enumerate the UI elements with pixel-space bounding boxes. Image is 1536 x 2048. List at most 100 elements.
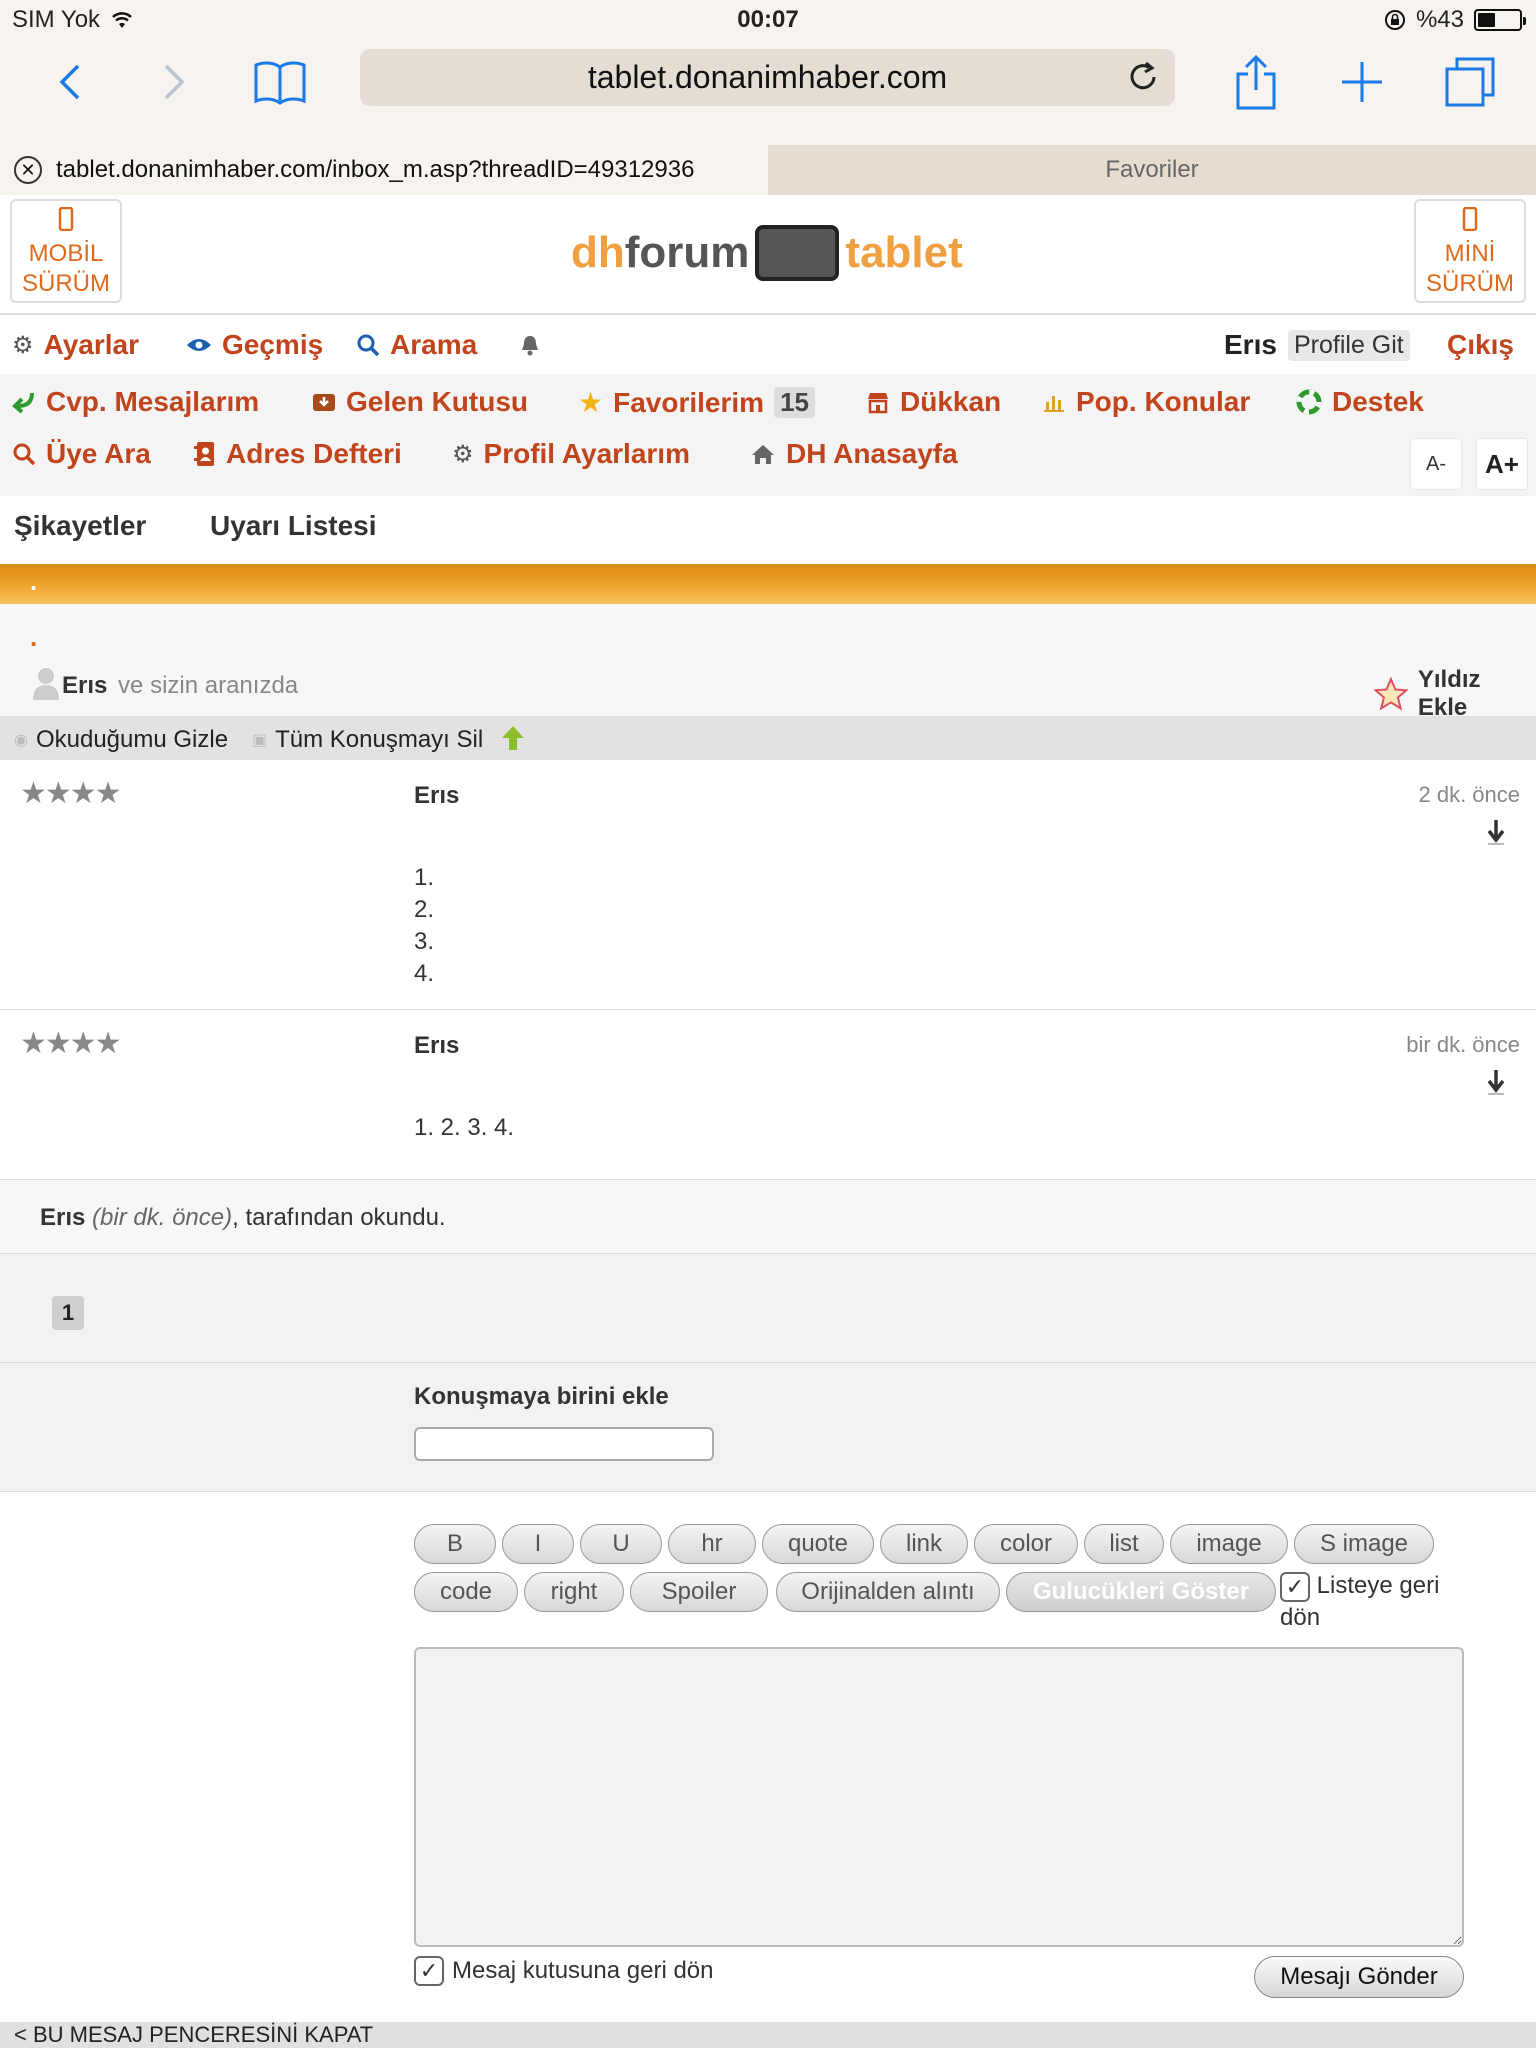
bookmarks-icon[interactable]: [250, 52, 310, 112]
favorites-link[interactable]: ★ Favorilerim 15: [578, 386, 815, 419]
member-search-link[interactable]: Üye Ara: [12, 438, 151, 470]
tab-strip: ✕ tablet.donanimhaber.com/inbox_m.asp?th…: [0, 145, 1536, 195]
back-to-list-option[interactable]: ✓ Listeye geri dön: [1280, 1570, 1470, 1634]
hr-tag-button[interactable]: hr: [668, 1524, 756, 1564]
font-decrease-button[interactable]: A-: [1410, 438, 1462, 490]
down-arrow-icon[interactable]: [1486, 818, 1506, 846]
list-tag-button[interactable]: list: [1084, 1524, 1164, 1564]
address-bar[interactable]: tablet.donanimhaber.com: [360, 49, 1175, 106]
message-line: 2.: [414, 896, 435, 923]
message-item: ★★★★ Erıs bir dk. önce 1. 2. 3. 4.: [0, 1010, 1536, 1180]
shop-link[interactable]: Dükkan: [866, 386, 1001, 418]
mini-version-line2: SÜRÜM: [1426, 270, 1514, 297]
back-to-list-checkbox[interactable]: ✓: [1280, 1571, 1310, 1602]
close-tab-icon[interactable]: ✕: [14, 156, 42, 184]
tab-favorites[interactable]: Favoriler: [768, 145, 1536, 195]
participant-name[interactable]: Erıs: [62, 672, 107, 699]
read-receipt: Erıs (bir dk. önce), tarafından okundu.: [0, 1180, 1536, 1254]
bell-icon[interactable]: [520, 334, 540, 356]
settings-link[interactable]: ⚙ Ayarlar: [12, 329, 139, 361]
profile-link[interactable]: Profile Git: [1288, 330, 1410, 361]
member-search-label: Üye Ara: [46, 438, 151, 469]
forward-icon[interactable]: [144, 52, 204, 112]
warnings-link[interactable]: Uyarı Listesi: [210, 510, 377, 542]
add-participant-input[interactable]: [414, 1427, 714, 1461]
gear-icon: ⚙: [452, 440, 474, 468]
add-participant-label: Konuşmaya birini ekle: [414, 1383, 669, 1410]
thread-header: . Erıs ve sizin aranızda Yıldız Ekle: [0, 604, 1536, 721]
reply-editor: B I U hr quote link color list image S i…: [0, 1492, 1536, 2022]
battery-icon: [1474, 9, 1526, 31]
italic-tag-button[interactable]: I: [502, 1524, 574, 1564]
close-window-link[interactable]: < BU MESAJ PENCERESİNİ KAPAT: [0, 2022, 1536, 2048]
image-tag-button[interactable]: image: [1170, 1524, 1288, 1564]
complaints-link[interactable]: Şikayetler: [14, 510, 146, 542]
message-textarea[interactable]: [414, 1647, 1464, 1947]
support-label: Destek: [1332, 386, 1424, 417]
message-time: 2 dk. önce: [1418, 782, 1520, 807]
up-arrow-icon[interactable]: [500, 724, 526, 752]
star-outline-icon: [1374, 677, 1408, 711]
add-star-button[interactable]: Yıldız Ekle: [1374, 666, 1536, 722]
favorites-label: Favorilerim: [613, 386, 765, 418]
search-link[interactable]: Arama: [356, 329, 477, 361]
font-increase-button[interactable]: A+: [1476, 438, 1528, 490]
bold-tag-button[interactable]: B: [414, 1524, 496, 1564]
tab-favorites-title: Favoriler: [1105, 156, 1199, 183]
message-author[interactable]: Erıs: [414, 1032, 459, 1060]
font-increase-label: A+: [1485, 448, 1519, 479]
back-icon[interactable]: [40, 52, 100, 112]
support-link[interactable]: Destek: [1296, 386, 1424, 418]
down-arrow-icon[interactable]: [1486, 1068, 1506, 1096]
message-body: 1. 2. 3. 4.: [414, 862, 434, 990]
inbox-link[interactable]: Gelen Kutusu: [312, 386, 528, 418]
status-bar: SIM Yok 00:07 %43: [0, 0, 1536, 40]
bar-chart-icon: [1044, 396, 1064, 412]
logout-label: Çıkış: [1447, 329, 1514, 360]
reload-icon[interactable]: [1125, 59, 1161, 95]
tab-current[interactable]: ✕ tablet.donanimhaber.com/inbox_m.asp?th…: [0, 145, 768, 195]
page-button[interactable]: 1: [52, 1296, 84, 1330]
back-to-inbox-checkbox[interactable]: ✓: [414, 1956, 444, 1986]
popular-link[interactable]: Pop. Konular: [1042, 386, 1250, 418]
site-header: MOBİL SÜRÜM dh forum tablet MİNİ SÜRÜM: [0, 195, 1536, 315]
pagination: 1: [0, 1254, 1536, 1362]
profile-settings-link[interactable]: ⚙ Profil Ayarlarım: [452, 438, 690, 470]
new-tab-icon[interactable]: [1332, 52, 1392, 112]
message-line: 4.: [414, 960, 435, 987]
spoiler-tag-button[interactable]: Spoiler: [630, 1572, 768, 1612]
hide-read-button[interactable]: ◉ Okuduğumu Gizle: [14, 726, 228, 754]
back-to-inbox-option[interactable]: ✓ Mesaj kutusuna geri dön: [414, 1956, 714, 1986]
quote-original-button[interactable]: Orijinalden alıntı: [776, 1572, 1000, 1612]
logout-link[interactable]: Çıkış: [1447, 329, 1514, 361]
tabs-icon[interactable]: [1440, 52, 1500, 112]
site-logo[interactable]: dh forum tablet: [571, 223, 963, 283]
read-suffix: , tarafından okundu.: [232, 1204, 446, 1231]
eye-icon: ◉: [14, 732, 28, 749]
link-tag-button[interactable]: link: [880, 1524, 968, 1564]
phone-icon: [58, 206, 74, 232]
mobile-version-button[interactable]: MOBİL SÜRÜM: [10, 199, 122, 303]
right-tag-button[interactable]: right: [524, 1572, 624, 1612]
reader-name[interactable]: Erıs: [40, 1204, 85, 1231]
underline-tag-button[interactable]: U: [580, 1524, 662, 1564]
user-avatar-icon: [33, 668, 59, 700]
code-tag-button[interactable]: code: [414, 1572, 518, 1612]
color-tag-button[interactable]: color: [974, 1524, 1078, 1564]
address-book-link[interactable]: Adres Defteri: [194, 438, 402, 470]
message-author[interactable]: Erıs: [414, 782, 459, 810]
message-line: 1.: [414, 864, 435, 891]
quote-tag-button[interactable]: quote: [762, 1524, 874, 1564]
show-smileys-button[interactable]: Gulucükleri Göster: [1006, 1572, 1276, 1612]
history-link[interactable]: Geçmiş: [186, 329, 323, 361]
s-image-tag-button[interactable]: S image: [1294, 1524, 1434, 1564]
delete-all-button[interactable]: ▣ Tüm Konuşmayı Sil: [252, 726, 483, 754]
share-icon[interactable]: [1226, 52, 1286, 112]
message-item: ★★★★ Erıs 2 dk. önce 1. 2. 3. 4.: [0, 760, 1536, 1010]
send-message-button[interactable]: Mesajı Gönder: [1254, 1956, 1464, 1998]
rank-stars: ★★★★: [20, 1027, 122, 1060]
message-time: bir dk. önce: [1406, 1032, 1520, 1057]
mini-version-button[interactable]: MİNİ SÜRÜM: [1414, 199, 1526, 303]
replies-link[interactable]: Cvp. Mesajlarım: [12, 386, 259, 418]
home-link[interactable]: DH Anasayfa: [750, 438, 958, 470]
